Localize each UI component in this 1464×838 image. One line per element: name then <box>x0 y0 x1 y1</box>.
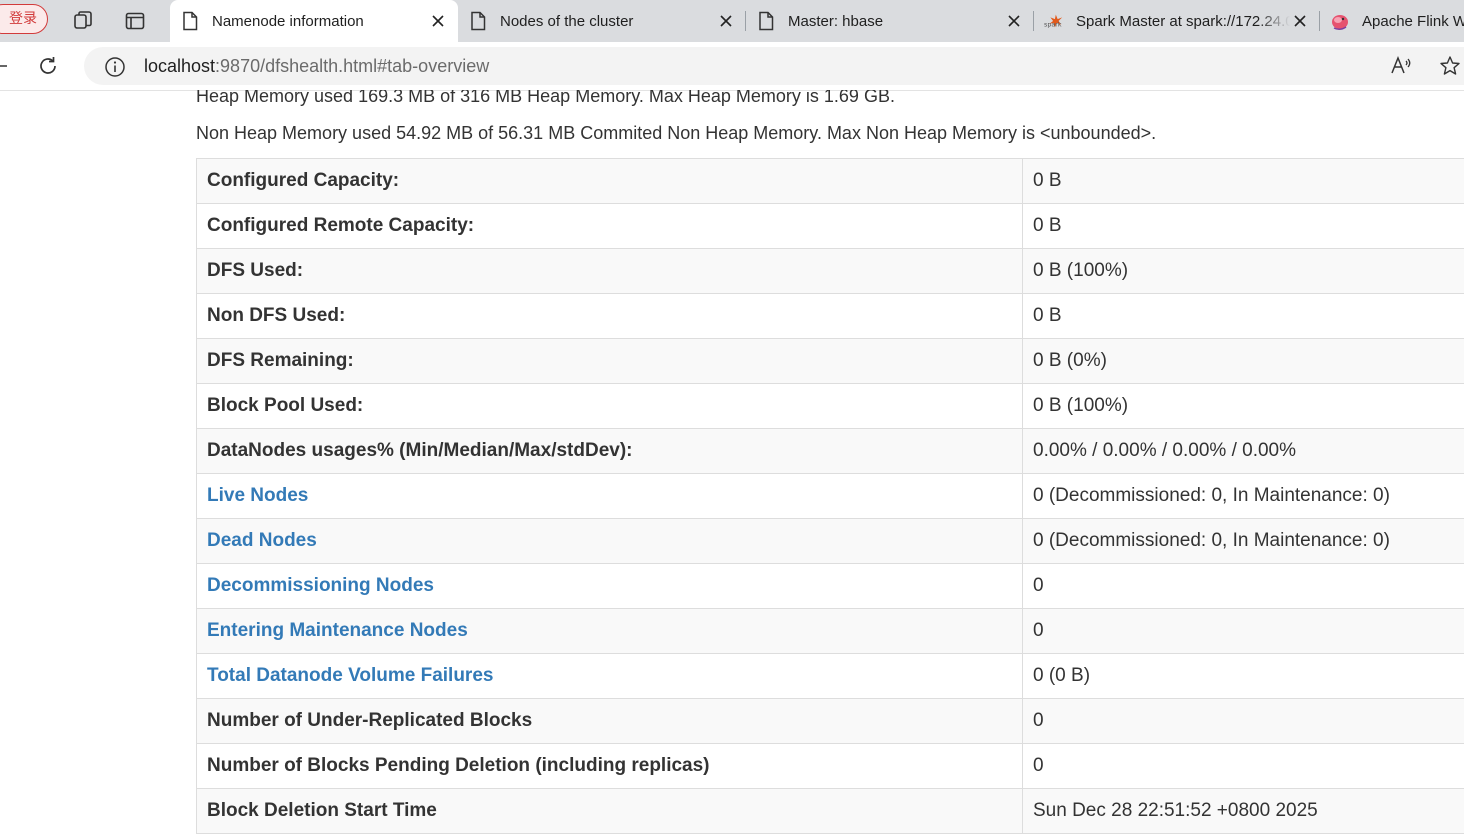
favorite-star-icon[interactable] <box>1438 54 1462 78</box>
table-row: Non DFS Used: 0 B <box>196 293 1464 339</box>
row-label-cell: DataNodes usages% (Min/Median/Max/stdDev… <box>196 428 1023 474</box>
row-value: 0 (Decommissioned: 0, In Maintenance: 0) <box>1022 518 1464 564</box>
close-icon[interactable] <box>1004 11 1024 31</box>
page-content: Heap Memory used 169.3 MB of 316 MB Heap… <box>0 90 1464 838</box>
row-label: DFS Used: <box>207 260 304 281</box>
read-aloud-icon[interactable] <box>1389 54 1413 78</box>
browser-toolbar: localhost:9870/dfshealth.html#tab-overvi… <box>0 42 1464 91</box>
close-icon[interactable] <box>716 11 736 31</box>
tab-title: Master: hbase <box>788 12 884 30</box>
row-label-cell: Block Pool Used: <box>196 383 1023 429</box>
row-value: 0 B <box>1022 293 1464 339</box>
table-row: Entering Maintenance Nodes 0 <box>196 608 1464 654</box>
tab-actions-icon[interactable] <box>123 9 147 33</box>
heap-memory-text: Heap Memory used 169.3 MB of 316 MB Heap… <box>196 90 895 106</box>
tab-title: Spark Master at spark://172.24.0 <box>1076 12 1290 30</box>
row-label-cell: Decommissioning Nodes <box>196 563 1023 609</box>
table-row: Configured Remote Capacity: 0 B <box>196 203 1464 249</box>
row-label: Number of Blocks Pending Deletion (inclu… <box>207 755 710 776</box>
row-label-link[interactable]: Live Nodes <box>207 485 308 506</box>
row-value: Sun Dec 28 22:51:52 +0800 2025 <box>1022 788 1464 834</box>
row-value: 0 <box>1022 698 1464 744</box>
table-row: Total Datanode Volume Failures 0 (0 B) <box>196 653 1464 699</box>
table-row: Configured Capacity: 0 B <box>196 158 1464 204</box>
row-label-cell: Entering Maintenance Nodes <box>196 608 1023 654</box>
tab-nodes-of-the-cluster[interactable]: Nodes of the cluster <box>458 0 746 42</box>
row-label-link[interactable]: Entering Maintenance Nodes <box>207 620 468 641</box>
row-value: 0 <box>1022 608 1464 654</box>
row-value: 0.00% / 0.00% / 0.00% / 0.00% <box>1022 428 1464 474</box>
row-value: 0 B <box>1022 158 1464 204</box>
row-label-link[interactable]: Decommissioning Nodes <box>207 575 434 596</box>
row-label-cell: Configured Capacity: <box>196 158 1023 204</box>
row-label: Configured Capacity: <box>207 170 400 191</box>
row-label-cell: Dead Nodes <box>196 518 1023 564</box>
workspaces-icon[interactable] <box>71 9 95 33</box>
row-label: Configured Remote Capacity: <box>207 215 475 236</box>
non-heap-memory-text: Non Heap Memory used 54.92 MB of 56.31 M… <box>196 123 1157 143</box>
table-row: Block Deletion Start Time Sun Dec 28 22:5… <box>196 788 1464 834</box>
table-row: Live Nodes 0 (Decommissioned: 0, In Maint… <box>196 473 1464 519</box>
table-row: Block Pool Used: 0 B (100%) <box>196 383 1464 429</box>
row-label-cell: Block Deletion Start Time <box>196 788 1023 834</box>
table-row: DFS Used: 0 B (100%) <box>196 248 1464 294</box>
row-value: 0 B (100%) <box>1022 383 1464 429</box>
tab-title: Apache Flink We <box>1362 12 1464 30</box>
info-icon[interactable] <box>104 56 126 78</box>
row-value: 0 <box>1022 563 1464 609</box>
url-path: :9870/dfshealth.html#tab-overview <box>215 56 490 76</box>
row-label-cell: Total Datanode Volume Failures <box>196 653 1023 699</box>
row-label: Block Pool Used: <box>207 395 364 416</box>
row-label-link[interactable]: Total Datanode Volume Failures <box>207 665 493 686</box>
spark-logo-icon: spark <box>1044 11 1064 31</box>
tab-title: Namenode information <box>212 12 364 30</box>
flink-logo-icon <box>1330 11 1350 31</box>
row-label-cell: Live Nodes <box>196 473 1023 519</box>
login-button[interactable]: 登录 <box>0 4 48 34</box>
tab-title: Nodes of the cluster <box>500 12 634 30</box>
row-label-cell: DFS Used: <box>196 248 1023 294</box>
row-label: DFS Remaining: <box>207 350 354 371</box>
row-label-cell: DFS Remaining: <box>196 338 1023 384</box>
row-label: Block Deletion Start Time <box>207 800 437 821</box>
tab-apache-flink[interactable]: Apache Flink We <box>1320 0 1464 42</box>
row-label: Number of Under-Replicated Blocks <box>207 710 533 731</box>
table-row: Number of Blocks Pending Deletion (inclu… <box>196 743 1464 789</box>
row-label: Non DFS Used: <box>207 305 346 326</box>
tab-master-hbase[interactable]: Master: hbase <box>746 0 1034 42</box>
row-value: 0 (Decommissioned: 0, In Maintenance: 0) <box>1022 473 1464 519</box>
table-row: Dead Nodes 0 (Decommissioned: 0, In Maint… <box>196 518 1464 564</box>
address-bar[interactable]: localhost:9870/dfshealth.html#tab-overvi… <box>84 47 1464 85</box>
row-value: 0 <box>1022 743 1464 789</box>
tab-namenode-information[interactable]: Namenode information <box>170 0 458 42</box>
svg-text:spark: spark <box>1044 21 1062 28</box>
back-arrow-icon[interactable] <box>0 54 12 78</box>
row-label-link[interactable]: Dead Nodes <box>207 530 317 551</box>
page-icon <box>756 11 776 31</box>
row-value: 0 (0 B) <box>1022 653 1464 699</box>
row-value: 0 B <box>1022 203 1464 249</box>
page-icon <box>468 11 488 31</box>
summary-table: Configured Capacity: 0 B Configured Remote… <box>196 158 1464 834</box>
row-label-cell: Non DFS Used: <box>196 293 1023 339</box>
tab-spark-master[interactable]: spark Spark Master at spark://172.24.0 <box>1034 0 1320 42</box>
row-value: 0 B (100%) <box>1022 248 1464 294</box>
refresh-icon[interactable] <box>36 54 60 78</box>
row-label-cell: Configured Remote Capacity: <box>196 203 1023 249</box>
url-text[interactable]: localhost:9870/dfshealth.html#tab-overvi… <box>144 56 489 77</box>
table-row: DataNodes usages% (Min/Median/Max/stdDev… <box>196 428 1464 474</box>
table-row: DFS Remaining: 0 B (0%) <box>196 338 1464 384</box>
url-host: localhost <box>144 56 216 76</box>
page-icon <box>180 11 200 31</box>
table-row: Number of Under-Replicated Blocks 0 <box>196 698 1464 744</box>
close-icon[interactable] <box>428 11 448 31</box>
table-row: Decommissioning Nodes 0 <box>196 563 1464 609</box>
row-label-cell: Number of Blocks Pending Deletion (inclu… <box>196 743 1023 789</box>
browser-tab-strip: 登录 Namenode information Nodes of the clu… <box>0 0 1464 42</box>
row-value: 0 B (0%) <box>1022 338 1464 384</box>
row-label-cell: Number of Under-Replicated Blocks <box>196 698 1023 744</box>
close-icon[interactable] <box>1290 11 1310 31</box>
row-label: DataNodes usages% (Min/Median/Max/stdDev… <box>207 440 633 461</box>
